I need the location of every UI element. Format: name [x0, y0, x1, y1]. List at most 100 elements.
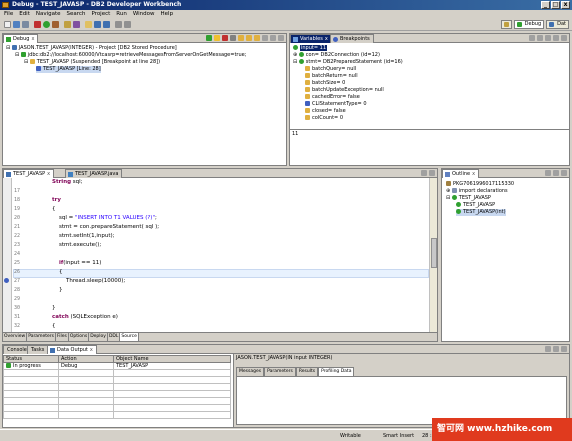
perspective-debug[interactable]: Debug [513, 20, 545, 29]
menu-navigate[interactable]: Navigate [36, 10, 61, 19]
menu-edit[interactable]: Edit [19, 10, 30, 19]
variable-row[interactable]: batchReturn= null [305, 73, 358, 80]
tab-results[interactable]: Results [295, 367, 319, 376]
tab-ddl[interactable]: DDL [108, 333, 121, 341]
view-menu-icon[interactable] [545, 35, 551, 41]
close-icon[interactable]: x [47, 171, 50, 177]
tab-options[interactable]: Options [69, 333, 90, 341]
tab-parameters[interactable]: Parameters [264, 367, 296, 376]
step-over-icon[interactable] [246, 35, 252, 41]
outline-item[interactable]: ⊟ TEST_JAVASP [446, 195, 491, 202]
menu-search[interactable]: Search [67, 10, 86, 19]
expand-icon[interactable]: ⊕ [446, 188, 450, 194]
collapse-icon[interactable]: ⊟ [15, 52, 19, 58]
forward-icon[interactable] [124, 21, 131, 28]
terminate-icon[interactable] [222, 35, 228, 41]
tab-parameters[interactable]: Parameters [27, 333, 56, 341]
minimize-view-icon[interactable] [553, 35, 559, 41]
run-icon[interactable] [43, 21, 50, 28]
print-icon[interactable] [22, 21, 29, 28]
tree-item-frame[interactable]: TEST_JAVASP [Line: 28] [36, 66, 101, 73]
collapse-icon[interactable]: ⊟ [6, 45, 10, 51]
editor-ruler[interactable]: ➜ [3, 178, 12, 332]
maximize-view-icon[interactable] [561, 35, 567, 41]
tab-variables[interactable]: Variables x [290, 34, 332, 43]
tab-deploy[interactable]: Deploy [89, 333, 108, 341]
close-icon[interactable]: x [472, 171, 475, 177]
maximize-view-icon[interactable] [278, 35, 284, 41]
prev-annotation-icon[interactable] [103, 21, 110, 28]
variable-row[interactable]: batchUpdateException= null [305, 87, 384, 94]
menu-project[interactable]: Project [91, 10, 110, 19]
tab-source[interactable]: Source [120, 333, 139, 341]
variable-row[interactable]: input= 11 [293, 45, 328, 52]
tab-profiling-data[interactable]: Profiling Data [318, 367, 355, 376]
remove-icon[interactable] [545, 346, 551, 352]
tree-item-connection[interactable]: ⊟ jdbc:db2://localhost:60000/Vtcasrp=ret… [15, 52, 246, 59]
next-annotation-icon[interactable] [94, 21, 101, 28]
maximize-view-icon[interactable] [429, 170, 435, 176]
variable-row[interactable]: batchQuery= null [305, 66, 356, 73]
suspend-icon[interactable] [214, 35, 220, 41]
outline-item[interactable]: PKG7061996017115330 [446, 181, 514, 188]
variable-row[interactable]: batchSize= 0 [305, 80, 345, 87]
variable-row[interactable]: cachedError= false [305, 94, 360, 101]
perspective-data[interactable]: Dat [546, 20, 569, 29]
tab-outline[interactable]: Outline x [442, 169, 480, 178]
tab-tasks[interactable]: Tasks [27, 345, 49, 354]
tab-messages[interactable]: Messages [236, 367, 265, 376]
tab-files[interactable]: Files [56, 333, 69, 341]
collapse-all-icon[interactable] [537, 35, 543, 41]
column-status[interactable]: Status [3, 355, 59, 363]
show-types-icon[interactable] [529, 35, 535, 41]
debug-run-icon[interactable] [34, 21, 41, 28]
menu-help[interactable]: Help [161, 10, 174, 19]
hide-fields-icon[interactable] [553, 170, 559, 176]
variable-row[interactable]: closed= false [305, 108, 346, 115]
code-area[interactable]: 171819202122232425262728293031323334 Str… [13, 178, 429, 332]
view-menu-icon[interactable] [561, 170, 567, 176]
tree-item-thread[interactable]: ⊟ TEST_JAVASP (Suspended [Breakpoint at … [24, 59, 160, 66]
scrollbar-thumb[interactable] [431, 238, 437, 268]
resume-icon[interactable] [206, 35, 212, 41]
minimize-view-icon[interactable] [270, 35, 276, 41]
maximize-button[interactable]: □ [551, 1, 560, 9]
step-return-icon[interactable] [254, 35, 260, 41]
save-icon[interactable] [13, 21, 20, 28]
tab-data-output[interactable]: Data Output x [47, 345, 97, 354]
step-into-icon[interactable] [238, 35, 244, 41]
column-action[interactable]: Action [58, 355, 114, 363]
open-perspective-button[interactable] [500, 20, 512, 29]
outline-item[interactable]: ⊕ import declarations [446, 188, 508, 195]
tree-item-project[interactable]: ⊟ JASON.TEST_JAVASP(INTEGER) - Project [… [6, 45, 177, 52]
table-row[interactable]: In progress Debug TEST_JAVASP [3, 362, 231, 370]
menu-window[interactable]: Window [133, 10, 155, 19]
outline-item[interactable]: TEST_JAVASP(int) [456, 209, 506, 216]
tab-overview[interactable]: Overview [3, 333, 28, 341]
new-icon[interactable] [4, 21, 11, 28]
disconnect-icon[interactable] [230, 35, 236, 41]
editor-scrollbar[interactable] [429, 178, 437, 332]
close-icon[interactable]: x [90, 347, 93, 353]
view-menu-icon[interactable] [262, 35, 268, 41]
minimize-view-icon[interactable] [421, 170, 427, 176]
outline-item[interactable]: TEST_JAVASP [456, 202, 495, 209]
close-icon[interactable]: x [31, 36, 34, 42]
maximize-view-icon[interactable] [561, 346, 567, 352]
close-icon[interactable]: x [325, 36, 328, 42]
menu-run[interactable]: Run [116, 10, 127, 19]
minimize-view-icon[interactable] [553, 346, 559, 352]
collapse-icon[interactable]: ⊟ [293, 59, 297, 65]
sort-icon[interactable] [545, 170, 551, 176]
variable-row[interactable]: ⊟ stmt= DB2PreparedStatement (id=16) [293, 59, 403, 66]
variable-detail-pane[interactable]: 11 [290, 129, 569, 165]
variable-row[interactable]: ⊕ con= DB2Connection (id=12) [293, 52, 380, 59]
variable-row[interactable]: colCount= 0 [305, 115, 343, 122]
tab-debug[interactable]: Debug x [3, 34, 39, 43]
back-icon[interactable] [115, 21, 122, 28]
open-folder-icon[interactable] [64, 21, 71, 28]
collapse-icon[interactable]: ⊟ [446, 195, 450, 201]
minimize-button[interactable]: _ [541, 1, 550, 9]
external-tools-icon[interactable] [52, 21, 59, 28]
close-button[interactable]: x [561, 1, 570, 9]
